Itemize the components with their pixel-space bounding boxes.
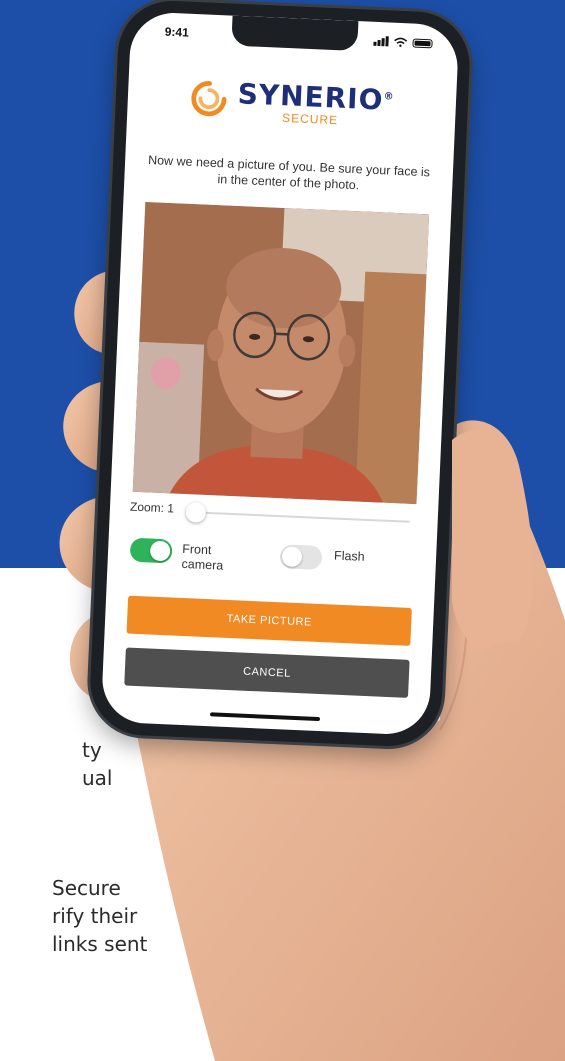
front-camera-label: Front camera — [181, 541, 224, 573]
phone-screen: 9:41 SYNERIO® SECURE Now we need a pictu… — [100, 11, 460, 736]
zoom-slider-track[interactable] — [191, 511, 410, 523]
instructions-text: Now we need a picture of you. Be sure yo… — [147, 153, 431, 193]
selfie-image — [132, 201, 430, 505]
synerio-logo: SYNERIO® SECURE — [127, 71, 457, 133]
zoom-label: Zoom: 1 — [129, 499, 175, 516]
zoom-control: Zoom: 1 — [129, 498, 418, 535]
cancel-button[interactable]: CANCEL — [124, 647, 410, 698]
flash-toggle[interactable] — [279, 544, 323, 570]
toggle-knob — [281, 546, 303, 568]
front-camera-toggle[interactable] — [129, 537, 173, 564]
status-time: 9:41 — [164, 24, 190, 40]
logo-trademark: ® — [383, 91, 395, 103]
synerio-logo-icon — [190, 80, 227, 116]
toggle-knob — [149, 540, 171, 562]
camera-preview — [132, 201, 430, 505]
zoom-slider-thumb[interactable] — [185, 502, 207, 523]
home-indicator — [209, 712, 321, 722]
battery-icon — [412, 37, 433, 48]
take-picture-button[interactable]: TAKE PICTURE — [126, 595, 412, 646]
signal-icon — [373, 36, 389, 47]
camera-options: Front camera Flash — [129, 537, 415, 594]
wifi-icon — [394, 37, 408, 47]
phone-device: 9:41 SYNERIO® SECURE Now we need a pictu… — [88, 0, 472, 749]
flash-label: Flash — [333, 548, 365, 564]
